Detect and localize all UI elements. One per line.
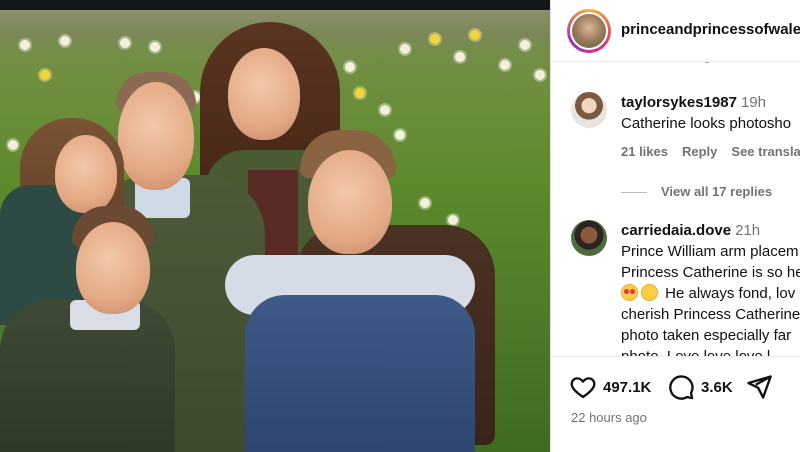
view-replies-button[interactable]: View all 17 replies: [621, 184, 772, 199]
daffodil: [535, 70, 545, 80]
author-username[interactable]: princeandprincessofwale: [621, 21, 800, 38]
likes-count: 497.1K: [603, 378, 652, 396]
heart-eyes-emoji-icon: [621, 284, 638, 301]
previous-comment-remnant: [621, 62, 800, 64]
daffodil: [430, 34, 440, 44]
see-translation-button[interactable]: See translat: [731, 144, 800, 159]
commenter-username[interactable]: taylorsykes1987: [621, 94, 737, 111]
daffodil: [400, 44, 410, 54]
paper-plane-icon[interactable]: [745, 373, 773, 401]
daffodil: [420, 198, 430, 208]
comment-line: photo taken especially far: [621, 327, 792, 344]
comment-text: Catherine looks photosho: [621, 115, 792, 132]
author-avatar[interactable]: [567, 9, 611, 53]
post-header: princeandprincessofwale: [551, 0, 800, 62]
daffodil: [355, 88, 365, 98]
daffodil: [40, 70, 50, 80]
daffodil: [120, 38, 130, 48]
comment-line: Prince William arm placem: [621, 243, 799, 260]
comments-count: 3.6K: [701, 378, 733, 396]
daffodil: [395, 130, 405, 140]
daffodil: [455, 52, 465, 62]
share-action[interactable]: [745, 373, 773, 401]
comment-line: He always fond, lov: [665, 285, 796, 302]
comment-text-block: taylorsykes1987 19h Catherine looks photo…: [621, 92, 800, 134]
heart-outline-icon[interactable]: [569, 373, 597, 401]
comments-list[interactable]: taylorsykes1987 19h Catherine looks photo…: [551, 62, 800, 356]
post-timestamp: 22 hours ago: [571, 410, 647, 425]
like-action[interactable]: 497.1K: [569, 373, 651, 401]
smiling-hearts-emoji-icon: [641, 284, 658, 301]
daffodil: [448, 215, 458, 225]
daffodil: [60, 36, 70, 46]
daffodil: [20, 40, 30, 50]
view-replies-label: View all 17 replies: [661, 184, 773, 199]
comment-line: cherish Princess Catherine: [621, 306, 800, 323]
daffodil: [470, 30, 480, 40]
comment-text-block: carriedaia.dove 21h Prince William arm pl…: [621, 220, 800, 356]
daffodil: [8, 140, 18, 150]
comment-line: photo. Love love love l: [621, 348, 770, 356]
comment-likes[interactable]: 21 likes: [621, 144, 668, 159]
post-side-panel: princeandprincessofwale taylorsykes1987 1…: [550, 0, 800, 452]
daffodil: [380, 105, 390, 115]
post-action-bar: 497.1K 3.6K 22 hours ago: [551, 356, 800, 452]
comment-time: 19h: [740, 94, 766, 111]
comment-bubble-icon[interactable]: [667, 373, 695, 401]
comment-actions: 21 likes Reply See translat: [621, 144, 800, 159]
daffodil: [520, 40, 530, 50]
photo-top-edge: [0, 0, 550, 10]
reply-button[interactable]: Reply: [682, 144, 717, 159]
commenter-avatar[interactable]: [571, 220, 607, 256]
comment-line: Princess Catherine is so he: [621, 264, 800, 281]
comment-action[interactable]: 3.6K: [667, 373, 733, 401]
daffodil: [500, 60, 510, 70]
commenter-avatar[interactable]: [571, 92, 607, 128]
daffodil: [345, 62, 355, 72]
daffodil: [150, 42, 160, 52]
post-photo[interactable]: [0, 0, 550, 452]
comment-time: 21h: [735, 222, 761, 239]
commenter-username[interactable]: carriedaia.dove: [621, 222, 731, 239]
